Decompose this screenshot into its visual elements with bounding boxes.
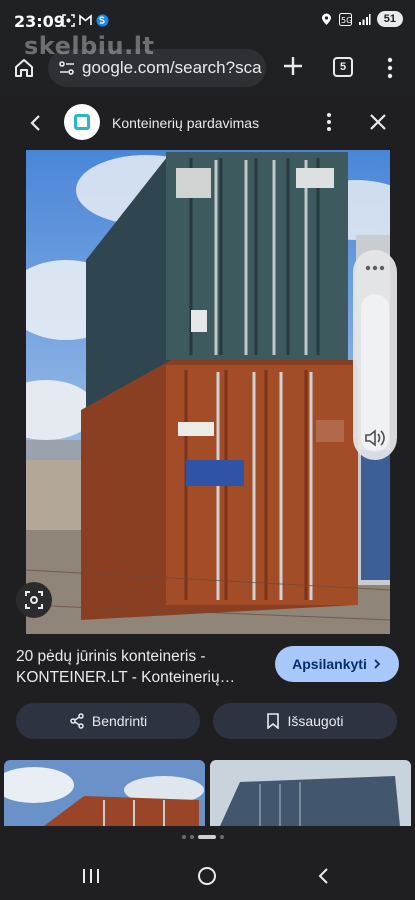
page-dot xyxy=(182,835,186,839)
5g-icon: 5G xyxy=(338,12,352,26)
share-icon xyxy=(70,713,84,729)
save-button[interactable]: Išsaugoti xyxy=(213,703,397,739)
url-text: google.com/search?sca xyxy=(82,58,262,77)
battery-level: 51 xyxy=(376,11,403,27)
site-title[interactable]: Konteinerių pardavimas xyxy=(112,115,259,131)
system-back-icon[interactable] xyxy=(316,867,330,885)
visit-label: Apsilankyti xyxy=(292,656,367,672)
svg-text:5G: 5G xyxy=(341,16,352,25)
page-indicator xyxy=(182,835,224,839)
container-photo xyxy=(26,150,390,634)
close-icon[interactable] xyxy=(368,112,388,132)
result-header: Konteinerių pardavimas xyxy=(0,96,415,150)
home-button-icon[interactable] xyxy=(198,867,216,885)
site-favicon xyxy=(64,104,100,140)
main-result-image[interactable] xyxy=(26,150,390,634)
sound-icon[interactable] xyxy=(363,428,387,448)
share-button[interactable]: Bendrinti xyxy=(16,703,200,739)
page-dot-active xyxy=(198,835,216,839)
signal-icon xyxy=(358,13,371,25)
lens-search-button[interactable] xyxy=(16,582,52,618)
floating-volume-panel xyxy=(353,250,397,460)
status-time: 23:09 xyxy=(14,12,65,31)
screenshot-icon xyxy=(62,14,75,27)
page-dot xyxy=(220,835,224,839)
watermark-logo: skelbiu.lt xyxy=(24,32,154,60)
new-tab-icon[interactable] xyxy=(280,53,306,79)
chevron-right-icon xyxy=(374,659,381,669)
bookmark-icon xyxy=(267,713,280,729)
page-dot xyxy=(190,835,194,839)
tab-switcher-button[interactable]: 5 xyxy=(333,57,353,77)
thumbnail-container-red xyxy=(4,760,205,826)
tab-count: 5 xyxy=(339,61,347,73)
watermark-text: skelbiu.lt xyxy=(24,32,155,60)
visit-button[interactable]: Apsilankyti xyxy=(275,646,399,682)
related-image-1[interactable] xyxy=(4,760,205,826)
notification-icons xyxy=(62,14,109,27)
result-title[interactable]: 20 pėdų jūrinis konteineris - KONTEINER.… xyxy=(16,646,266,688)
recent-apps-icon[interactable] xyxy=(82,868,100,884)
more-options-icon[interactable] xyxy=(322,111,336,133)
location-icon xyxy=(321,13,331,25)
site-settings-icon[interactable] xyxy=(58,59,76,77)
status-right-icons: 5G 51 xyxy=(320,11,403,27)
browser-menu-icon[interactable] xyxy=(384,56,396,80)
related-image-2[interactable] xyxy=(210,760,411,826)
panel-more-icon[interactable] xyxy=(365,264,385,272)
thumbnail-container-blue xyxy=(210,760,411,826)
back-arrow-icon[interactable] xyxy=(26,113,46,133)
save-label: Išsaugoti xyxy=(287,713,344,729)
app-s-icon xyxy=(96,14,109,27)
share-label: Bendrinti xyxy=(91,713,148,729)
lens-icon xyxy=(25,591,43,609)
gmail-icon xyxy=(79,14,92,25)
system-nav-bar xyxy=(0,848,415,900)
